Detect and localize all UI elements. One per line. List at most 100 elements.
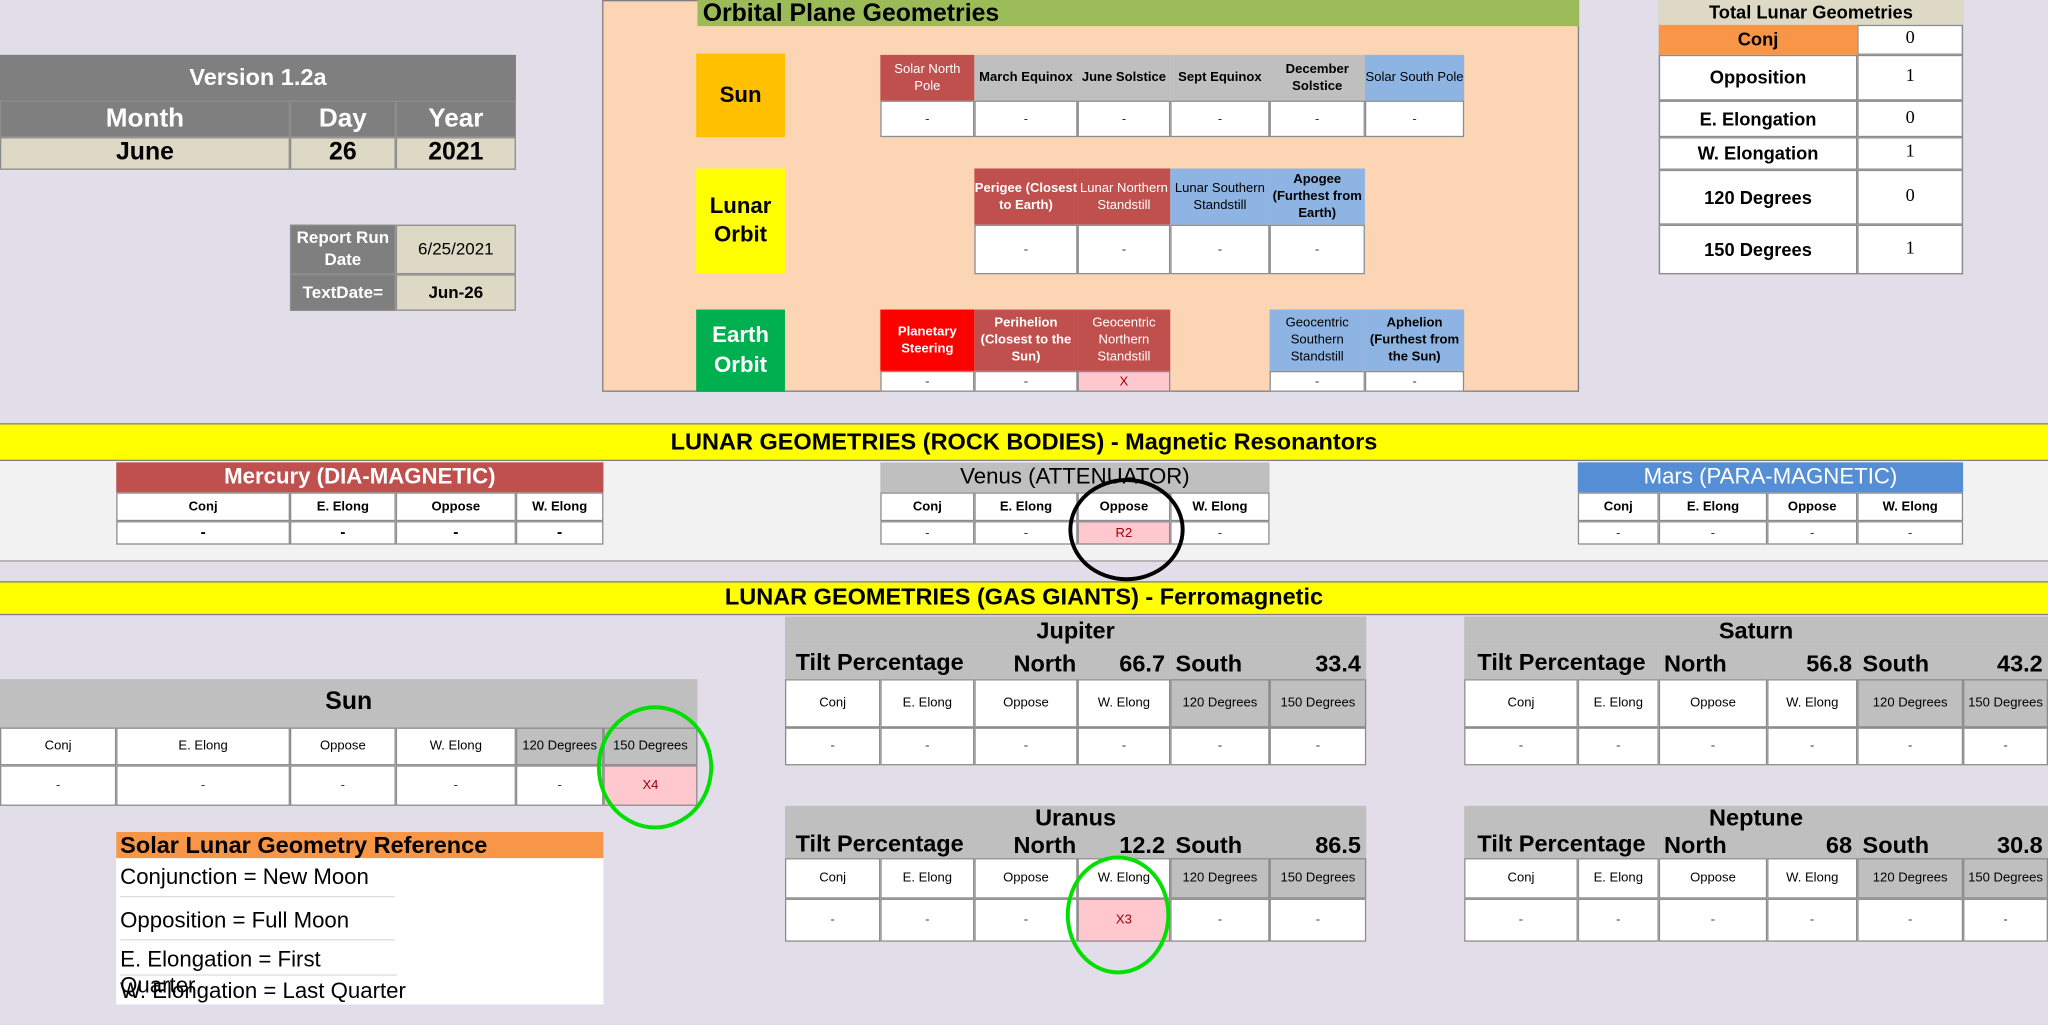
month-header[interactable]: Month xyxy=(0,100,290,138)
uranus-tilt-label[interactable]: Tilt Percentage xyxy=(784,831,975,859)
jupiter-w-elong-value[interactable]: - xyxy=(1077,727,1171,766)
planetary-steering-value[interactable]: - xyxy=(880,370,975,392)
saturn-title[interactable]: Saturn xyxy=(1464,616,2048,648)
aphelion-value[interactable]: - xyxy=(1364,370,1465,392)
uranus-e-elong-value[interactable]: - xyxy=(880,898,975,942)
jupiter-e-elong-value[interactable]: - xyxy=(880,727,975,766)
saturn-150-header[interactable]: 150 Degrees xyxy=(1963,679,2048,728)
gas-sun-w-elong-header[interactable]: W. Elong xyxy=(395,727,516,766)
uranus-title[interactable]: Uranus xyxy=(784,805,1367,832)
uranus-oppose-value[interactable]: - xyxy=(974,898,1078,942)
day-value[interactable]: 26 xyxy=(289,137,396,170)
saturn-e-elong-value[interactable]: - xyxy=(1577,727,1659,766)
geocentric-northern-standstill-value[interactable]: X xyxy=(1077,370,1171,392)
saturn-w-elong-value[interactable]: - xyxy=(1767,727,1858,766)
venus-w-elong-header[interactable]: W. Elong xyxy=(1170,492,1270,522)
gas-sun-120-header[interactable]: 120 Degrees xyxy=(515,727,604,766)
totals-w-elongation-label[interactable]: W. Elongation xyxy=(1658,137,1858,170)
saturn-conj-header[interactable]: Conj xyxy=(1464,679,1578,728)
neptune-north[interactable]: North 68 xyxy=(1658,831,1858,859)
solar-north-pole-header[interactable]: Solar North Pole xyxy=(880,54,975,101)
totals-conj-value[interactable]: 0 xyxy=(1857,24,1964,55)
mars-e-elong-header[interactable]: E. Elong xyxy=(1658,492,1768,522)
mercury-conj-value[interactable]: - xyxy=(116,521,290,545)
totals-conj-label[interactable]: Conj xyxy=(1658,24,1858,55)
sun-orbit-label[interactable]: Sun xyxy=(696,53,785,138)
uranus-150-header[interactable]: 150 Degrees xyxy=(1269,858,1367,899)
neptune-w-elong-header[interactable]: W. Elong xyxy=(1767,858,1858,899)
jupiter-conj-header[interactable]: Conj xyxy=(784,679,881,728)
uranus-conj-value[interactable]: - xyxy=(784,898,881,942)
gas-sun-e-elong-value[interactable]: - xyxy=(116,765,290,806)
mars-w-elong-value[interactable]: - xyxy=(1857,521,1964,545)
saturn-w-elong-header[interactable]: W. Elong xyxy=(1767,679,1858,728)
sept-equinox-value[interactable]: - xyxy=(1170,100,1270,138)
totals-opposition-label[interactable]: Opposition xyxy=(1658,54,1858,101)
saturn-tilt-label[interactable]: Tilt Percentage xyxy=(1464,647,1659,680)
jupiter-120-value[interactable]: - xyxy=(1170,727,1270,766)
month-value[interactable]: June xyxy=(0,137,290,170)
march-equinox-header[interactable]: March Equinox xyxy=(974,54,1078,101)
venus-conj-header[interactable]: Conj xyxy=(880,492,975,522)
sept-equinox-header[interactable]: Sept Equinox xyxy=(1170,54,1270,101)
neptune-tilt-label[interactable]: Tilt Percentage xyxy=(1464,831,1659,859)
saturn-south[interactable]: South 43.2 xyxy=(1857,647,2048,680)
neptune-150-value[interactable]: - xyxy=(1963,898,2048,942)
geocentric-southern-standstill-value[interactable]: - xyxy=(1269,370,1365,392)
mercury-oppose-value[interactable]: - xyxy=(395,521,516,545)
neptune-conj-value[interactable]: - xyxy=(1464,898,1578,942)
uranus-oppose-header[interactable]: Oppose xyxy=(974,858,1078,899)
neptune-south[interactable]: South 30.8 xyxy=(1857,831,2048,859)
neptune-oppose-header[interactable]: Oppose xyxy=(1658,858,1768,899)
gas-sun-oppose-value[interactable]: - xyxy=(289,765,396,806)
neptune-120-header[interactable]: 120 Degrees xyxy=(1857,858,1964,899)
year-value[interactable]: 2021 xyxy=(395,137,516,170)
jupiter-120-header[interactable]: 120 Degrees xyxy=(1170,679,1270,728)
mars-title[interactable]: Mars (PARA-MAGNETIC) xyxy=(1577,462,1964,493)
december-solstice-value[interactable]: - xyxy=(1269,100,1365,138)
mercury-w-elong-header[interactable]: W. Elong xyxy=(515,492,604,522)
geocentric-southern-standstill-header[interactable]: Geocentric Southern Standstill xyxy=(1269,309,1365,371)
version-label[interactable]: Version 1.2a xyxy=(0,54,516,101)
neptune-e-elong-header[interactable]: E. Elong xyxy=(1577,858,1659,899)
neptune-oppose-value[interactable]: - xyxy=(1658,898,1768,942)
jupiter-conj-value[interactable]: - xyxy=(784,727,881,766)
uranus-120-value[interactable]: - xyxy=(1170,898,1270,942)
perigee-header[interactable]: Perigee (Closest to Earth) xyxy=(974,168,1078,225)
uranus-south[interactable]: South 86.5 xyxy=(1170,831,1367,859)
uranus-120-header[interactable]: 120 Degrees xyxy=(1170,858,1270,899)
june-solstice-value[interactable]: - xyxy=(1077,100,1171,138)
jupiter-north[interactable]: North 66.7 xyxy=(974,647,1171,680)
apogee-value[interactable]: - xyxy=(1269,224,1365,275)
lunar-orbit-label[interactable]: Lunar Orbit xyxy=(696,168,785,273)
gas-sun-conj-header[interactable]: Conj xyxy=(0,727,117,766)
lunar-southern-standstill-value[interactable]: - xyxy=(1170,224,1270,275)
geocentric-northern-standstill-header[interactable]: Geocentric Northern Standstill xyxy=(1077,309,1171,371)
mars-oppose-header[interactable]: Oppose xyxy=(1767,492,1858,522)
totals-w-elongation-value[interactable]: 1 xyxy=(1857,137,1964,170)
gas-sun-conj-value[interactable]: - xyxy=(0,765,117,806)
mars-conj-header[interactable]: Conj xyxy=(1577,492,1659,522)
mars-oppose-value[interactable]: - xyxy=(1767,521,1858,545)
jupiter-south[interactable]: South 33.4 xyxy=(1170,647,1367,680)
june-solstice-header[interactable]: June Solstice xyxy=(1077,54,1171,101)
gas-sun-120-value[interactable]: - xyxy=(515,765,604,806)
venus-e-elong-header[interactable]: E. Elong xyxy=(974,492,1078,522)
totals-150-label[interactable]: 150 Degrees xyxy=(1658,224,1858,275)
saturn-150-value[interactable]: - xyxy=(1963,727,2048,766)
jupiter-150-value[interactable]: - xyxy=(1269,727,1367,766)
jupiter-e-elong-header[interactable]: E. Elong xyxy=(880,679,975,728)
perihelion-header[interactable]: Perihelion (Closest to the Sun) xyxy=(974,309,1078,371)
mercury-e-elong-value[interactable]: - xyxy=(289,521,396,545)
gas-sun-w-elong-value[interactable]: - xyxy=(395,765,516,806)
neptune-title[interactable]: Neptune xyxy=(1464,805,2048,832)
gas-sun-oppose-header[interactable]: Oppose xyxy=(289,727,396,766)
mercury-w-elong-value[interactable]: - xyxy=(515,521,604,545)
jupiter-title[interactable]: Jupiter xyxy=(784,616,1367,648)
solar-south-pole-header[interactable]: Solar South Pole xyxy=(1364,54,1465,101)
perigee-value[interactable]: - xyxy=(974,224,1078,275)
perihelion-value[interactable]: - xyxy=(974,370,1078,392)
jupiter-150-header[interactable]: 150 Degrees xyxy=(1269,679,1367,728)
saturn-e-elong-header[interactable]: E. Elong xyxy=(1577,679,1659,728)
day-header[interactable]: Day xyxy=(289,100,396,138)
